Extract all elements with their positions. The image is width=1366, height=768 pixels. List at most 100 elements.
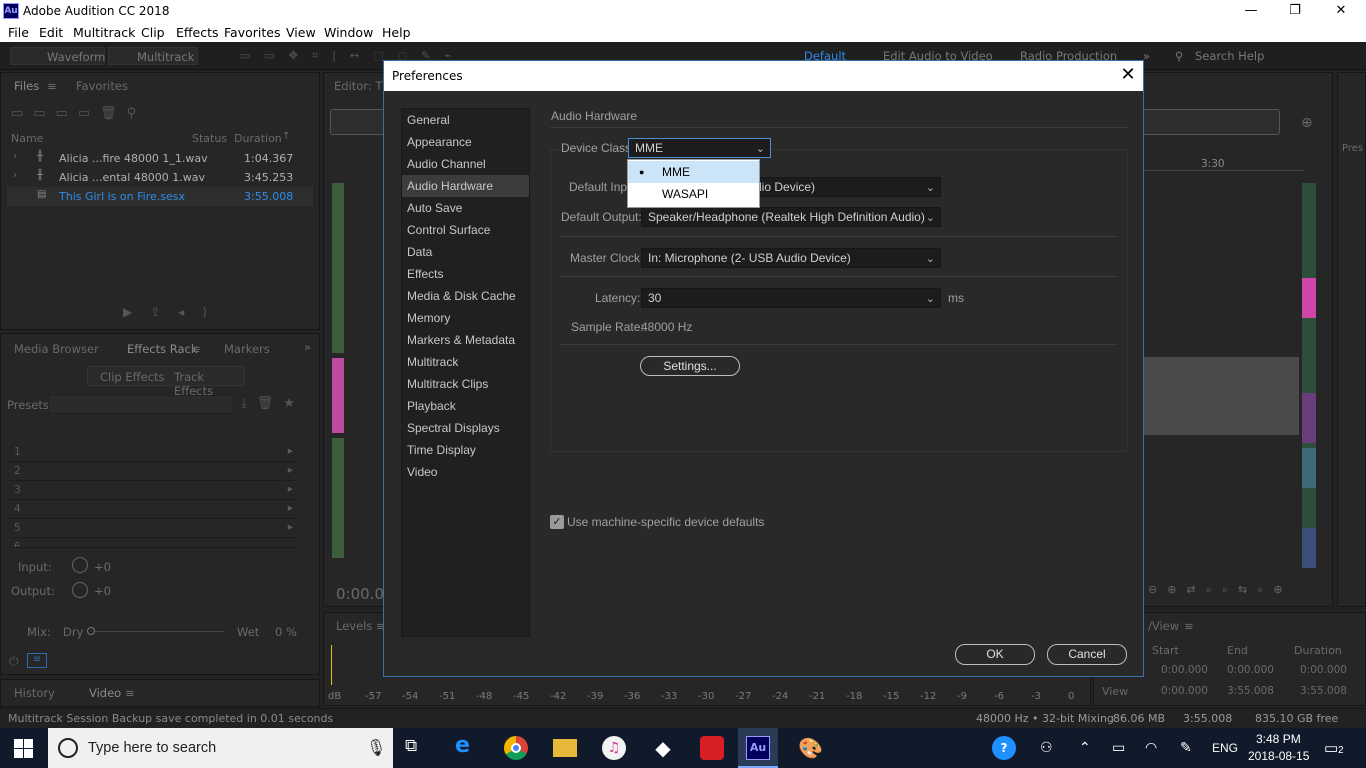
effect-slot[interactable]: 1 ▸ [7,443,299,462]
microphone-icon[interactable]: 🎙 [366,738,386,757]
menu-window[interactable]: Window [324,25,373,40]
category-appearance[interactable]: Appearance [402,131,529,153]
category-spectral-displays[interactable]: Spectral Displays [402,417,529,439]
language-indicator[interactable]: ENG [1212,741,1238,755]
effect-slot[interactable]: 6 [7,538,299,548]
menu-file[interactable]: File [8,25,29,40]
task-view-icon[interactable]: ⧉ [405,736,429,760]
menu-effects[interactable]: Effects [176,25,219,40]
category-memory[interactable]: Memory [402,307,529,329]
power-icon[interactable]: ⏻ [9,654,19,669]
help-icon[interactable]: ? [992,736,1016,760]
menu-icon[interactable]: ≡ [1184,619,1194,633]
list-icon[interactable]: ≡ [27,653,47,668]
waveform-view-button[interactable]: Waveform [10,47,105,65]
editor-tab[interactable]: Editor: Th [334,79,390,93]
ok-button[interactable]: OK [955,644,1035,665]
tab-markers[interactable]: Markers [224,342,270,356]
menu-icon[interactable]: ≡ [47,79,57,93]
clip-region[interactable] [1144,357,1299,435]
view-duration[interactable]: 3:55.008 [1300,685,1347,697]
category-data[interactable]: Data [402,241,529,263]
option-mme[interactable]: ● MME [628,161,759,183]
category-playback[interactable]: Playback [402,395,529,417]
effect-slot[interactable]: 4 ▸ [7,500,299,519]
category-multitrack[interactable]: Multitrack [402,351,529,373]
tab-clip-effects[interactable]: Clip Effects [100,370,164,384]
category-general[interactable]: General [402,109,529,131]
menu-multitrack[interactable]: Multitrack [73,25,135,40]
notification-icon[interactable]: ▭ [1324,739,1338,757]
category-auto-save[interactable]: Auto Save [402,197,529,219]
category-video[interactable]: Video [402,461,529,483]
category-media-disk-cache[interactable]: Media & Disk Cache [402,285,529,307]
mix-slider[interactable] [89,631,224,632]
chevron-right-icon[interactable]: › [13,170,17,181]
column-name[interactable]: Name [11,132,43,145]
tab-video[interactable]: Video [89,686,121,700]
selection-start[interactable]: 0:00.000 [1161,664,1208,676]
column-duration[interactable]: Duration [234,132,282,145]
selection-duration[interactable]: 0:00.000 [1300,664,1347,676]
preset-action-icons[interactable]: ⤓🗑★ [241,396,305,411]
default-output-dropdown[interactable]: Speaker/Headphone (Realtek High Definiti… [641,207,941,227]
file-row[interactable]: ▤ This Girl is on Fire.sesx 3:55.008 [7,187,313,206]
menu-clip[interactable]: Clip [141,25,165,40]
master-clock-dropdown[interactable]: In: Microphone (2- USB Audio Device) ⌄ [641,248,941,268]
clock-time[interactable]: 3:48 PM [1256,732,1301,746]
effect-slot[interactable]: 2 ▸ [7,462,299,481]
tab-favorites[interactable]: Favorites [76,79,128,93]
category-audio-hardware[interactable]: Audio Hardware [402,175,529,197]
effect-slot[interactable]: 3 ▸ [7,481,299,500]
edge-icon[interactable]: e [455,733,479,758]
zoom-crosshair-icon[interactable]: ⊕ [1301,115,1313,131]
presets-dropdown[interactable] [48,395,234,414]
category-audio-channel-mapping[interactable]: Audio Channel Mapping [402,153,529,193]
category-effects[interactable]: Effects [402,263,529,285]
chevron-right-icon[interactable]: » [304,340,311,354]
menu-view[interactable]: View [286,25,316,40]
close-icon[interactable]: ✕ [1116,64,1140,85]
minimize-button[interactable]: — [1228,0,1274,22]
paint-icon[interactable]: 🎨 [798,736,823,760]
menu-edit[interactable]: Edit [39,25,63,40]
multitrack-view-button[interactable]: Multitrack [108,47,198,65]
search-help-input[interactable]: Search Help [1195,49,1264,63]
chevron-right-icon[interactable]: › [13,151,17,162]
mix-slider-thumb[interactable] [87,627,95,635]
dropbox-icon[interactable]: ◆ [651,736,675,760]
chrome-icon[interactable] [504,736,528,760]
creative-cloud-icon[interactable] [700,736,724,760]
wifi-icon[interactable]: ◠ [1145,739,1157,756]
tab-media-browser[interactable]: Media Browser [14,342,99,356]
pen-icon[interactable]: ✎ [1180,739,1192,756]
menu-favorites[interactable]: Favorites [224,25,280,40]
machine-defaults-checkbox[interactable]: ✓ [550,515,564,529]
restore-button[interactable]: ❐ [1272,0,1318,22]
people-icon[interactable]: ⚇ [1040,739,1053,756]
file-row[interactable]: › ╫ Alicia ...fire 48000 1_1.wav 1:04.36… [7,149,313,168]
file-row[interactable]: › ╫ Alicia ...ental 48000 1.wav 3:45.253 [7,168,313,187]
clock-date[interactable]: 2018-08-15 [1248,749,1309,763]
effect-slot[interactable]: 5 ▸ [7,519,299,538]
file-explorer-icon[interactable] [553,739,577,757]
chevron-right-icon[interactable]: » [1143,49,1150,63]
tab-track-effects[interactable]: Track Effects [174,370,244,398]
menu-icon[interactable]: ≡ [125,686,135,700]
cancel-button[interactable]: Cancel [1047,644,1127,665]
column-status[interactable]: Status [192,132,227,145]
windows-start-icon[interactable] [14,739,33,758]
preview-transport-icons[interactable]: ▶⇪◂) [123,305,225,319]
output-gain-knob[interactable] [72,582,88,598]
zoom-controls-icons[interactable]: ⊖⊕⇄⌕⌕⇆⌕⊕ [1148,583,1293,597]
category-time-display[interactable]: Time Display [402,439,529,461]
menu-icon[interactable]: ≡ [191,342,201,356]
chevron-up-icon[interactable]: ⌃ [1079,739,1091,756]
category-markers-metadata[interactable]: Markers & Metadata [402,329,529,351]
vertical-zoom-bar[interactable] [1302,183,1316,568]
properties-tab[interactable]: Pres [1342,143,1363,154]
tab-history[interactable]: History [14,686,55,700]
view-end[interactable]: 3:55.008 [1227,685,1274,697]
option-wasapi[interactable]: WASAPI [628,183,759,205]
view-start[interactable]: 0:00.000 [1161,685,1208,697]
